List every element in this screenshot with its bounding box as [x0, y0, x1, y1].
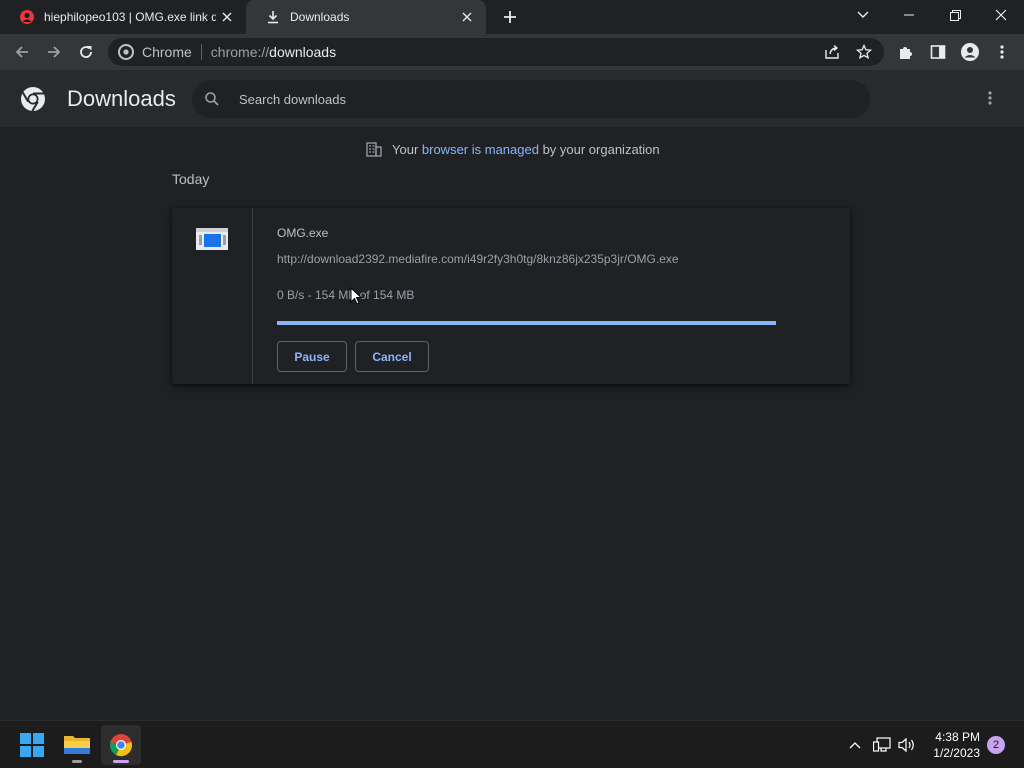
running-indicator [72, 760, 82, 763]
download-progress-fill [277, 321, 776, 325]
date-section-label: Today [172, 171, 210, 187]
downloads-header: Downloads [0, 70, 1024, 127]
restore-icon [949, 9, 961, 21]
arrow-left-icon [14, 44, 30, 60]
chrome-menu-button[interactable] [988, 38, 1016, 66]
close-icon [995, 9, 1007, 21]
chrome-icon [109, 733, 133, 757]
downloads-menu-button[interactable] [978, 86, 1002, 110]
chevron-up-icon [849, 741, 861, 749]
building-icon [366, 141, 382, 157]
file-explorer-button[interactable] [57, 725, 97, 765]
clock-date: 1/2/2023 [933, 746, 980, 760]
share-icon[interactable] [820, 40, 844, 64]
managed-prefix: Your [392, 141, 422, 157]
tab-downloads[interactable]: Downloads [246, 0, 486, 34]
tab-strip: hiephilopeo103 | OMG.exe link download D… [0, 0, 1024, 34]
chrome-taskbar-button[interactable] [101, 725, 141, 765]
side-panel-icon [930, 44, 946, 60]
download-progress-bar [277, 321, 776, 325]
download-icon [266, 10, 280, 24]
puzzle-icon [898, 44, 914, 60]
kebab-menu-icon [988, 90, 992, 106]
windows-taskbar: 4:38 PM 1/2/2023 2 [0, 720, 1024, 768]
active-indicator [113, 760, 129, 763]
site-label: Chrome [142, 44, 192, 60]
restore-button[interactable] [932, 0, 978, 30]
extensions-button[interactable] [892, 38, 920, 66]
user-avatar-icon [20, 10, 34, 24]
back-button[interactable] [8, 38, 36, 66]
volume-button[interactable] [895, 733, 919, 757]
chrome-logo-icon [20, 86, 46, 112]
reload-icon [78, 44, 94, 60]
tab-close-icon[interactable] [456, 6, 478, 28]
tab-close-icon[interactable] [216, 6, 238, 28]
network-button[interactable] [870, 733, 894, 757]
tab-search-button[interactable] [840, 0, 886, 30]
managed-suffix: by your organization [538, 141, 660, 157]
search-input[interactable] [237, 90, 837, 108]
arrow-right-icon [46, 44, 62, 60]
forward-button[interactable] [40, 38, 68, 66]
site-chip[interactable]: Chrome [108, 44, 192, 60]
network-icon [873, 737, 891, 753]
chrome-icon [118, 44, 134, 60]
browser-managed-link[interactable]: browser is managed [422, 142, 539, 157]
file-url-link[interactable]: http://download2392.mediafire.com/i49r2f… [277, 252, 679, 266]
tab-title: hiephilopeo103 | OMG.exe link download [44, 10, 216, 24]
download-status: 0 B/s - 154 MB of 154 MB [277, 288, 415, 302]
speaker-icon [898, 737, 916, 753]
mouse-pointer-icon [350, 286, 363, 305]
reload-button[interactable] [72, 38, 100, 66]
browser-toolbar: Chrome chrome://downloads [0, 34, 1024, 70]
minimize-icon [904, 14, 914, 16]
show-hidden-icons-button[interactable] [843, 733, 867, 757]
start-button[interactable] [12, 725, 52, 765]
url-scheme: chrome:// [210, 44, 270, 60]
file-name: OMG.exe [277, 226, 329, 240]
pause-button[interactable]: Pause [277, 341, 347, 372]
side-panel-button[interactable] [924, 38, 952, 66]
managed-notice: Your browser is managed by your organiza… [366, 140, 660, 158]
minimize-button[interactable] [886, 0, 932, 30]
card-divider [252, 208, 253, 384]
url-host: downloads [269, 44, 337, 60]
new-tab-button[interactable] [498, 5, 522, 29]
omnibox-divider [200, 44, 202, 60]
profile-button[interactable] [956, 38, 984, 66]
cancel-button[interactable]: Cancel [355, 341, 429, 372]
file-type-icon [196, 228, 228, 250]
tab-title: Downloads [290, 10, 350, 24]
address-bar[interactable]: Chrome chrome://downloads [108, 38, 884, 66]
clock-time: 4:38 PM [935, 730, 980, 744]
notification-badge[interactable]: 2 [987, 736, 1005, 754]
profile-icon [961, 43, 979, 61]
tab-hiephilopeo[interactable]: hiephilopeo103 | OMG.exe link download [0, 0, 246, 34]
chevron-down-icon [857, 11, 869, 19]
url-text: chrome://downloads [211, 44, 336, 60]
star-icon[interactable] [852, 40, 876, 64]
close-window-button[interactable] [978, 0, 1024, 30]
windows-logo-icon [20, 733, 44, 757]
kebab-menu-icon [1000, 44, 1004, 60]
download-item: OMG.exe http://download2392.mediafire.co… [172, 208, 850, 384]
taskbar-clock[interactable]: 4:38 PM 1/2/2023 [924, 729, 980, 761]
folder-icon [64, 734, 90, 756]
search-downloads-box[interactable] [192, 80, 870, 118]
page-title: Downloads [67, 86, 176, 111]
search-icon [204, 91, 220, 107]
